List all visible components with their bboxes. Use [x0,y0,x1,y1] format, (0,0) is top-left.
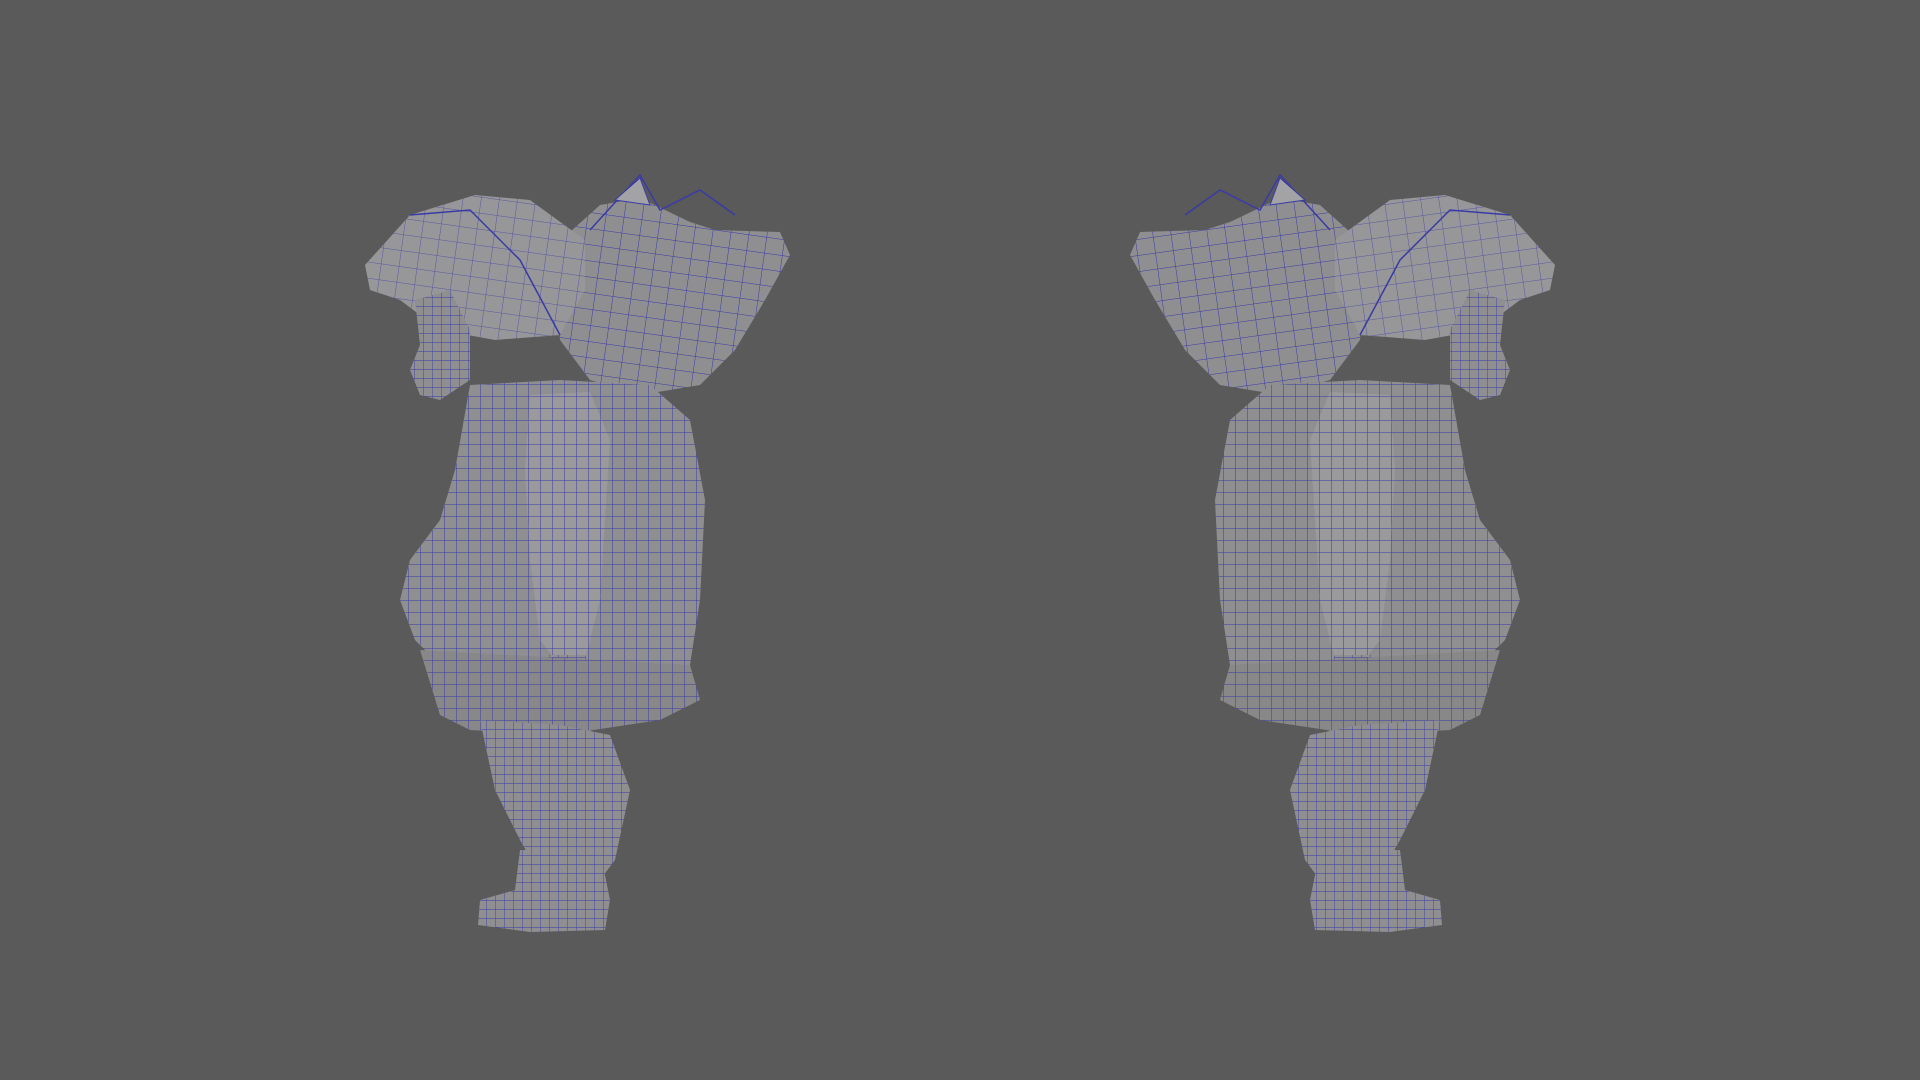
character-wireframe-right[interactable] [960,0,1920,1080]
character-mesh-left [365,173,790,932]
head-hat-mesh [1335,195,1555,340]
head-hat-mesh [365,195,585,340]
character-wireframe-left[interactable] [0,0,960,1080]
mirrored-mesh-group [1130,173,1555,932]
backpack-mesh [555,173,790,395]
boots-mesh [478,850,610,932]
character-mesh-right [1130,173,1555,932]
boots-mesh [1310,850,1442,932]
backpack-mesh [1130,173,1365,395]
3d-viewport[interactable] [0,0,1920,1080]
